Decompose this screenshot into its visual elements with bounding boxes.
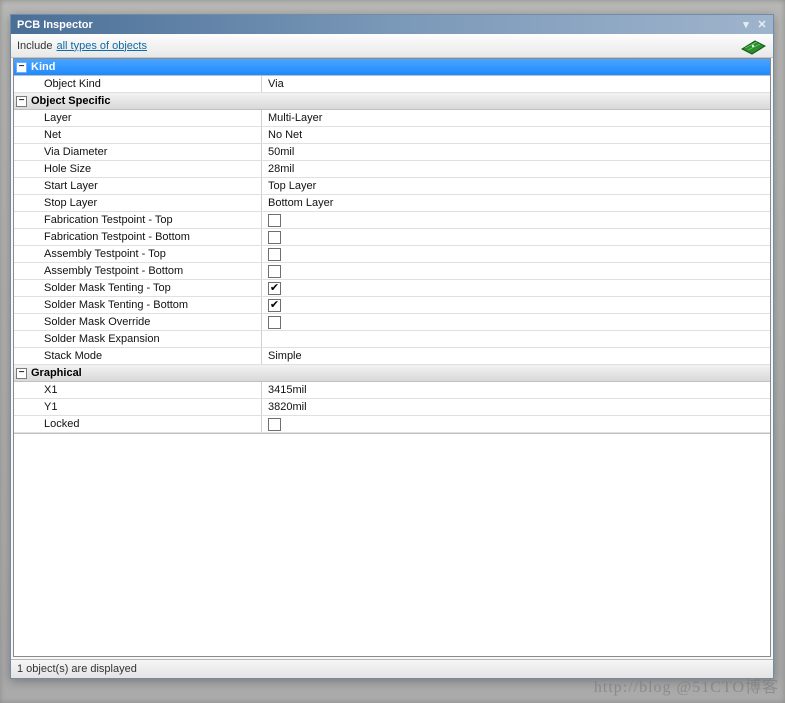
property-label: Hole Size <box>14 161 262 177</box>
property-value[interactable]: 3820mil <box>262 399 770 415</box>
property-label: Via Diameter <box>14 144 262 160</box>
close-icon[interactable]: ✕ <box>755 18 769 32</box>
property-label: Solder Mask Expansion <box>14 331 262 347</box>
checkbox[interactable] <box>268 316 281 329</box>
property-row[interactable]: Assembly Testpoint - Bottom <box>14 263 770 280</box>
property-row[interactable]: Stack ModeSimple <box>14 348 770 365</box>
property-value[interactable]: ✔ <box>262 297 770 313</box>
section-header-graphical[interactable]: − Graphical <box>14 365 770 382</box>
property-value[interactable] <box>262 246 770 262</box>
checkbox[interactable] <box>268 248 281 261</box>
property-row[interactable]: Y13820mil <box>14 399 770 416</box>
collapse-icon[interactable]: − <box>16 368 27 379</box>
checkbox[interactable] <box>268 265 281 278</box>
property-value[interactable] <box>262 229 770 245</box>
checkbox[interactable] <box>268 214 281 227</box>
section-title: Graphical <box>31 367 82 379</box>
property-value[interactable] <box>262 416 770 432</box>
property-label: Solder Mask Tenting - Bottom <box>14 297 262 313</box>
dropdown-icon[interactable]: ▾ <box>739 18 753 32</box>
property-label: Fabrication Testpoint - Top <box>14 212 262 228</box>
property-value[interactable]: Via <box>262 76 770 92</box>
property-row[interactable]: Locked <box>14 416 770 433</box>
property-row[interactable]: Fabrication Testpoint - Top <box>14 212 770 229</box>
property-label: Assembly Testpoint - Top <box>14 246 262 262</box>
pcb-inspector-panel: PCB Inspector ▾ ✕ Include all types of o… <box>10 14 774 679</box>
property-row[interactable]: LayerMulti-Layer <box>14 110 770 127</box>
collapse-icon[interactable]: − <box>16 62 27 73</box>
property-value[interactable]: 28mil <box>262 161 770 177</box>
property-value[interactable]: Bottom Layer <box>262 195 770 211</box>
property-label: Locked <box>14 416 262 432</box>
property-row[interactable]: X13415mil <box>14 382 770 399</box>
property-row[interactable]: Object KindVia <box>14 76 770 93</box>
statusbar: 1 object(s) are displayed <box>11 659 773 678</box>
property-value[interactable]: 3415mil <box>262 382 770 398</box>
section-title: Kind <box>31 61 55 73</box>
property-row[interactable]: Via Diameter50mil <box>14 144 770 161</box>
property-value[interactable]: No Net <box>262 127 770 143</box>
property-value[interactable]: ✔ <box>262 280 770 296</box>
property-value[interactable]: 50mil <box>262 144 770 160</box>
property-row[interactable]: Solder Mask Override <box>14 314 770 331</box>
property-value[interactable] <box>262 331 770 347</box>
property-grid[interactable]: − Kind Object KindVia − Object Specific … <box>13 58 771 657</box>
panel-title: PCB Inspector <box>17 19 737 31</box>
property-label: Layer <box>14 110 262 126</box>
property-label: X1 <box>14 382 262 398</box>
property-label: Stop Layer <box>14 195 262 211</box>
pcb-board-icon <box>739 37 767 55</box>
property-label: Net <box>14 127 262 143</box>
property-value[interactable] <box>262 314 770 330</box>
property-label: Fabrication Testpoint - Bottom <box>14 229 262 245</box>
checkbox[interactable]: ✔ <box>268 282 281 295</box>
property-row[interactable]: Assembly Testpoint - Top <box>14 246 770 263</box>
property-value[interactable] <box>262 212 770 228</box>
property-row[interactable]: Fabrication Testpoint - Bottom <box>14 229 770 246</box>
property-value[interactable] <box>262 263 770 279</box>
property-value[interactable]: Simple <box>262 348 770 364</box>
titlebar[interactable]: PCB Inspector ▾ ✕ <box>11 15 773 34</box>
property-row[interactable]: Solder Mask Tenting - Bottom ✔ <box>14 297 770 314</box>
property-row[interactable]: Start LayerTop Layer <box>14 178 770 195</box>
checkbox[interactable] <box>268 418 281 431</box>
collapse-icon[interactable]: − <box>16 96 27 107</box>
property-row[interactable]: Solder Mask Expansion <box>14 331 770 348</box>
section-header-kind[interactable]: − Kind <box>14 59 770 76</box>
property-row[interactable]: NetNo Net <box>14 127 770 144</box>
property-row[interactable]: Solder Mask Tenting - Top ✔ <box>14 280 770 297</box>
property-label: Object Kind <box>14 76 262 92</box>
property-row[interactable]: Stop LayerBottom Layer <box>14 195 770 212</box>
checkbox[interactable]: ✔ <box>268 299 281 312</box>
property-label: Stack Mode <box>14 348 262 364</box>
grid-empty-area <box>14 433 770 656</box>
section-header-object-specific[interactable]: − Object Specific <box>14 93 770 110</box>
property-row[interactable]: Hole Size28mil <box>14 161 770 178</box>
include-bar: Include all types of objects <box>11 34 773 58</box>
property-label: Start Layer <box>14 178 262 194</box>
property-label: Solder Mask Tenting - Top <box>14 280 262 296</box>
property-label: Y1 <box>14 399 262 415</box>
include-link[interactable]: all types of objects <box>56 40 147 52</box>
property-value[interactable]: Top Layer <box>262 178 770 194</box>
status-text: 1 object(s) are displayed <box>17 663 137 675</box>
property-value[interactable]: Multi-Layer <box>262 110 770 126</box>
property-label: Assembly Testpoint - Bottom <box>14 263 262 279</box>
section-title: Object Specific <box>31 95 110 107</box>
checkbox[interactable] <box>268 231 281 244</box>
include-label: Include <box>17 40 52 52</box>
property-label: Solder Mask Override <box>14 314 262 330</box>
